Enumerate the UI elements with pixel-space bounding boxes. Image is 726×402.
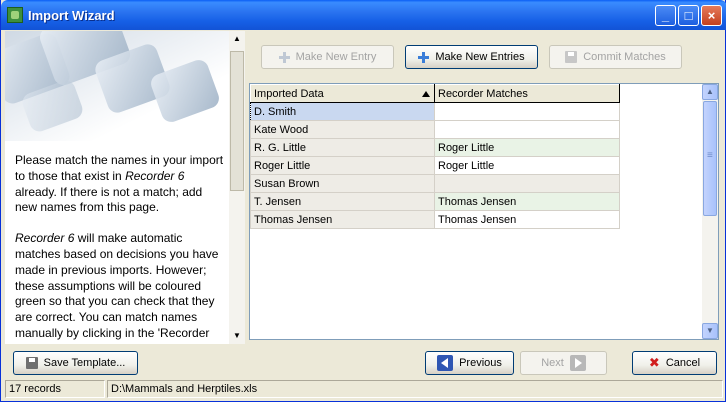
plus-icon <box>418 51 430 63</box>
make-new-entry-label: Make New Entry <box>295 51 377 63</box>
imported-cell[interactable]: Susan Brown <box>250 174 435 193</box>
minimize-button[interactable]: _ <box>655 5 676 26</box>
save-template-label: Save Template... <box>43 357 126 369</box>
match-grid[interactable]: Imported Data Recorder Matches D. Smith … <box>249 83 719 340</box>
cancel-label: Cancel <box>665 357 701 369</box>
table-row[interactable]: R. G. Little Roger Little <box>250 138 620 157</box>
cancel-x-icon: ✖ <box>648 355 660 370</box>
match-cell[interactable]: Thomas Jensen <box>434 210 620 229</box>
imported-cell[interactable]: D. Smith <box>250 102 435 121</box>
make-new-entries-label: Make New Entries <box>435 51 525 63</box>
cancel-button[interactable]: ✖ Cancel <box>632 351 717 375</box>
column-header-imported-data[interactable]: Imported Data <box>250 84 435 103</box>
imported-cell[interactable]: R. G. Little <box>250 138 435 157</box>
match-cell[interactable] <box>434 174 620 193</box>
imported-cell[interactable]: Kate Wood <box>250 120 435 139</box>
table-row[interactable]: Susan Brown <box>250 174 620 193</box>
import-wizard-window: Import Wizard _ □ × Please match the nam… <box>0 0 726 402</box>
grid-header-row: Imported Data Recorder Matches <box>250 84 620 103</box>
previous-arrow-icon <box>437 355 454 371</box>
close-button[interactable]: × <box>701 5 722 26</box>
window-title: Import Wizard <box>28 8 115 23</box>
instruction-panel: Please match the names in your import to… <box>5 31 245 344</box>
record-count: 17 records <box>5 380 105 398</box>
commit-matches-button[interactable]: Commit Matches <box>549 45 682 69</box>
next-arrow-icon <box>569 355 586 371</box>
imported-cell[interactable]: T. Jensen <box>250 192 435 211</box>
save-template-button[interactable]: Save Template... <box>13 351 138 375</box>
next-label: Next <box>541 357 564 369</box>
title-bar[interactable]: Import Wizard _ □ × <box>1 0 726 30</box>
sort-ascending-icon <box>422 91 430 97</box>
commit-matches-label: Commit Matches <box>583 51 666 63</box>
match-cell[interactable]: Roger Little <box>434 156 620 175</box>
previous-button[interactable]: Previous <box>425 351 514 375</box>
match-cell[interactable] <box>434 120 620 139</box>
table-row[interactable]: Roger Little Roger Little <box>250 156 620 175</box>
source-file-path: D:\Mammals and Herptiles.xls <box>107 380 723 398</box>
instruction-scrollbar[interactable]: ▲ ▼ <box>229 31 245 344</box>
match-cell[interactable] <box>434 102 620 121</box>
table-row[interactable]: Kate Wood <box>250 120 620 139</box>
table-row[interactable]: Thomas Jensen Thomas Jensen <box>250 210 620 229</box>
plus-icon <box>278 51 290 63</box>
scroll-thumb[interactable] <box>230 51 244 191</box>
status-bar: 17 records D:\Mammals and Herptiles.xls <box>5 380 723 398</box>
table-row[interactable]: D. Smith <box>250 102 620 121</box>
save-disk-icon <box>565 51 578 63</box>
imported-cell[interactable]: Thomas Jensen <box>250 210 435 229</box>
scroll-up-arrow-icon[interactable]: ▲ <box>229 31 245 47</box>
match-cell[interactable]: Roger Little <box>434 138 620 157</box>
instruction-paragraph-2: Recorder 6 will make automatic matches b… <box>15 231 219 344</box>
scroll-down-arrow-icon[interactable]: ▼ <box>229 328 245 344</box>
app-icon <box>7 7 23 23</box>
previous-label: Previous <box>459 357 502 369</box>
table-row[interactable]: T. Jensen Thomas Jensen <box>250 192 620 211</box>
imported-cell[interactable]: Roger Little <box>250 156 435 175</box>
make-new-entries-button[interactable]: Make New Entries <box>405 45 538 69</box>
grid-scrollbar[interactable]: ▲ ▼ <box>702 84 718 339</box>
scroll-down-arrow-icon[interactable]: ▼ <box>702 323 718 339</box>
maximize-button[interactable]: □ <box>678 5 699 26</box>
column-header-recorder-matches[interactable]: Recorder Matches <box>434 84 620 103</box>
puzzle-banner-image <box>5 31 229 141</box>
match-table: Imported Data Recorder Matches D. Smith … <box>250 84 620 229</box>
scroll-thumb[interactable] <box>703 101 717 216</box>
instruction-text: Please match the names in your import to… <box>15 153 227 344</box>
match-cell[interactable]: Thomas Jensen <box>434 192 620 211</box>
instruction-paragraph-1: Please match the names in your import to… <box>15 153 224 215</box>
scroll-up-arrow-icon[interactable]: ▲ <box>702 84 718 100</box>
make-new-entry-button[interactable]: Make New Entry <box>261 45 394 69</box>
next-button[interactable]: Next <box>520 351 607 375</box>
save-disk-icon <box>25 357 38 369</box>
